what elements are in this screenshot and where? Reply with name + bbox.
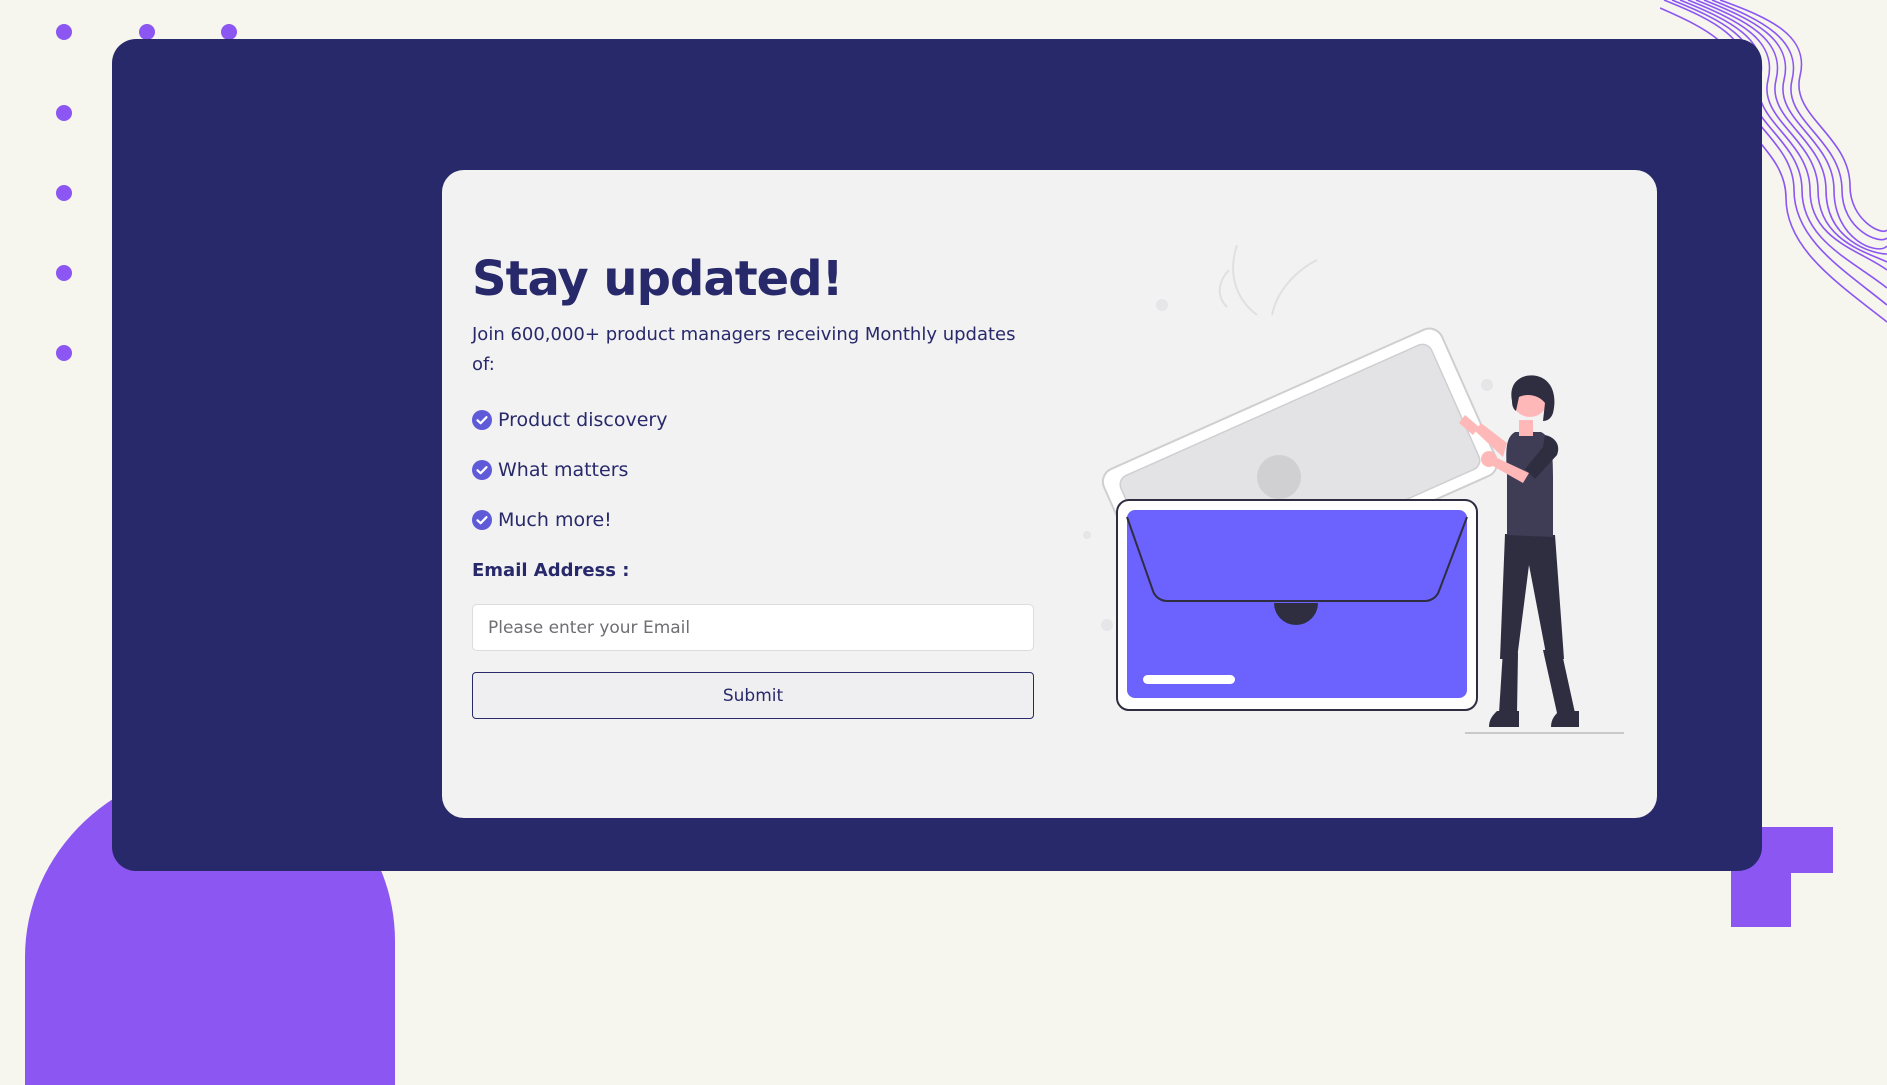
feature-list: Product discovery What matters Much more… — [472, 395, 1034, 545]
feature-label: Product discovery — [498, 409, 668, 431]
intro-text: Join 600,000+ product managers receiving… — [472, 324, 1016, 375]
check-circle-icon — [472, 410, 492, 430]
signup-card: Stay updated! Join 600,000+ product mana… — [442, 170, 1657, 818]
feature-label: What matters — [498, 459, 629, 481]
check-circle-icon — [472, 460, 492, 480]
feature-item: Product discovery — [472, 395, 1034, 445]
submit-button[interactable]: Submit — [472, 672, 1034, 719]
feature-item: What matters — [472, 445, 1034, 495]
envelope-with-person-illustration — [1083, 245, 1624, 734]
signup-form: Stay updated! Join 600,000+ product mana… — [472, 248, 1034, 719]
check-circle-icon — [472, 510, 492, 530]
feature-label: Much more! — [498, 509, 612, 531]
email-label: Email Address : — [472, 560, 630, 581]
outer-panel: Stay updated! Join 600,000+ product mana… — [112, 39, 1762, 871]
page-title: Stay updated! — [472, 251, 843, 307]
feature-item: Much more! — [472, 495, 1034, 545]
email-input[interactable] — [472, 604, 1034, 651]
